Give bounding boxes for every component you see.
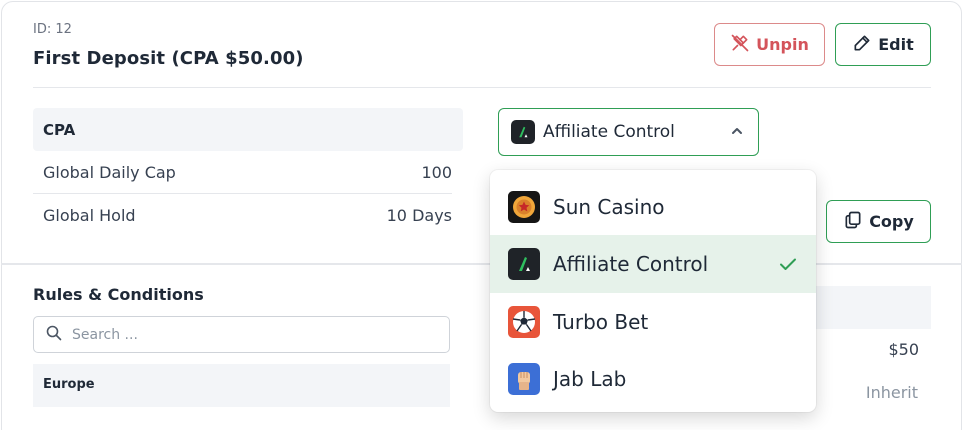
sun-casino-logo	[508, 191, 540, 223]
cpa-heading: CPA	[33, 108, 463, 151]
option-sun-casino[interactable]: Sun Casino	[490, 178, 816, 236]
rules-title: Rules & Conditions	[33, 285, 204, 304]
region-europe[interactable]: Europe	[33, 364, 450, 407]
row-label: Global Daily Cap	[43, 163, 176, 182]
option-label: Jab Lab	[553, 367, 627, 391]
search-icon	[46, 325, 62, 345]
copy-button[interactable]: Copy	[826, 200, 931, 243]
affiliate-control-logo	[511, 120, 535, 144]
global-daily-cap-row: Global Daily Cap 100	[33, 152, 452, 194]
row-value: 10 Days	[386, 205, 452, 225]
inherit-value: Inherit	[865, 383, 918, 402]
page-title: First Deposit (CPA $50.00)	[33, 48, 304, 69]
amount-value: $50	[888, 340, 919, 359]
jab-lab-logo	[508, 363, 540, 395]
turbo-bet-logo	[508, 306, 540, 338]
unpin-button[interactable]: Unpin	[714, 23, 825, 66]
option-label: Affiliate Control	[553, 252, 709, 276]
header-divider	[33, 87, 931, 88]
row-label: Global Hold	[43, 205, 136, 225]
option-label: Turbo Bet	[553, 310, 649, 334]
option-affiliate-control[interactable]: Affiliate Control	[490, 235, 816, 293]
copy-label: Copy	[869, 212, 914, 231]
copy-icon	[843, 210, 863, 234]
pencil-icon	[852, 33, 872, 57]
chevron-up-icon	[730, 123, 744, 137]
section-divider	[1, 263, 962, 265]
option-turbo-bet[interactable]: Turbo Bet	[490, 293, 816, 351]
record-id: ID: 12	[33, 22, 72, 37]
unpin-label: Unpin	[756, 35, 809, 54]
rules-search	[33, 316, 450, 353]
affiliate-control-logo	[508, 248, 540, 280]
option-label: Sun Casino	[553, 195, 665, 219]
search-input[interactable]	[72, 326, 372, 343]
row-value: 100	[421, 163, 452, 182]
unpin-icon	[730, 33, 750, 57]
global-hold-row: Global Hold 10 Days	[33, 194, 452, 236]
brand-select[interactable]: Affiliate Control	[498, 108, 759, 156]
edit-label: Edit	[878, 35, 914, 54]
rules-header-band	[812, 286, 931, 329]
check-icon	[778, 254, 798, 274]
brand-select-value: Affiliate Control	[543, 122, 675, 142]
brand-dropdown: Sun Casino Affiliate Control Turbo Bet J…	[490, 170, 816, 412]
option-jab-lab[interactable]: Jab Lab	[490, 350, 816, 408]
edit-button[interactable]: Edit	[835, 23, 931, 66]
